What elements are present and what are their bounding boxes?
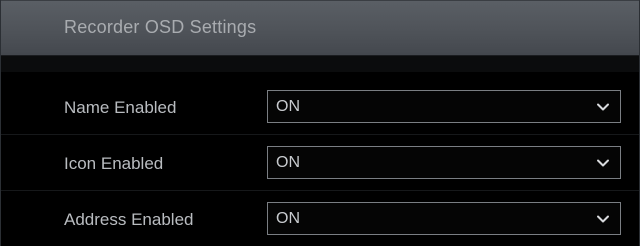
address-enabled-select[interactable]: ON [267,202,621,235]
recorder-osd-settings-panel: Recorder OSD Settings Name Enabled ON Ic… [0,0,640,246]
chevron-down-icon [597,159,609,167]
chevron-down-icon [597,215,609,223]
row-divider [1,134,639,135]
spacer-band [1,56,639,72]
icon-enabled-value: ON [276,154,300,171]
name-enabled-select[interactable]: ON [267,90,621,123]
row-divider [1,190,639,191]
name-enabled-label: Name Enabled [64,98,177,117]
address-enabled-value: ON [276,210,300,227]
icon-enabled-label: Icon Enabled [64,154,164,173]
icon-enabled-select[interactable]: ON [267,146,621,179]
name-enabled-value: ON [276,98,300,115]
chevron-down-icon [597,103,609,111]
setting-row-name-enabled: Name Enabled ON [1,90,639,126]
address-enabled-label: Address Enabled [64,210,194,229]
panel-header: Recorder OSD Settings [1,0,639,55]
panel-title: Recorder OSD Settings [64,17,257,37]
setting-row-address-enabled: Address Enabled ON [1,202,639,238]
setting-row-icon-enabled: Icon Enabled ON [1,146,639,182]
